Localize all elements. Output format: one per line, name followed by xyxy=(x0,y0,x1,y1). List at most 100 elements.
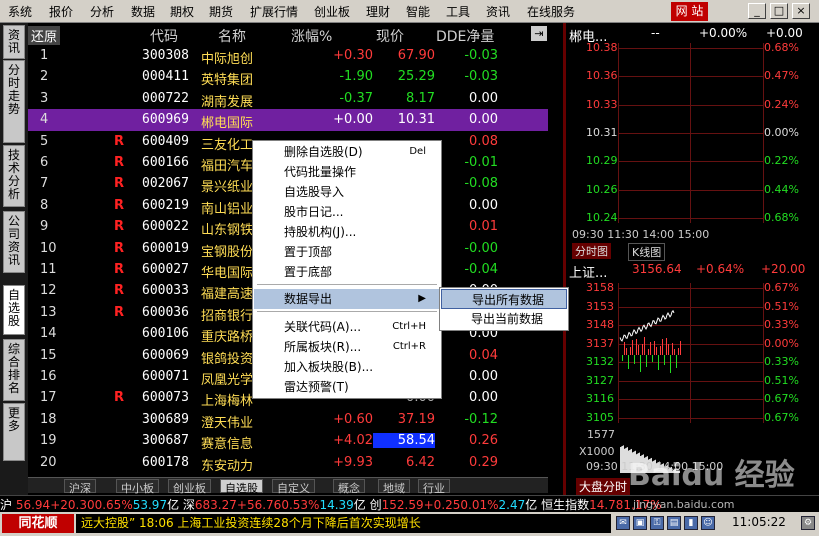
menu-5[interactable]: 期货 xyxy=(209,3,233,20)
ticker-segment: +20.300.65% xyxy=(50,498,133,512)
cell-code: 600178 xyxy=(142,454,189,470)
context-item-1[interactable]: 代码批量操作 xyxy=(254,162,440,182)
left-tab-2[interactable]: 技术分析 xyxy=(3,145,25,207)
export-current-data-item[interactable]: 导出当前数据 xyxy=(441,309,567,329)
context-item-shortcut: ▶ xyxy=(418,293,426,304)
message-icon[interactable]: ✉ xyxy=(616,516,630,530)
cell-price: 58.54 xyxy=(373,433,435,449)
context-item-8[interactable]: 关联代码(A)... Ctrl+H xyxy=(254,317,440,337)
pct-tick: 0.47% xyxy=(764,69,799,83)
sheet-tab-1[interactable]: 中小板 xyxy=(116,479,159,495)
table-row[interactable]: 20 600178 东安动力 +9.93 6.42 0.29 xyxy=(28,452,548,474)
sheet-tab-4[interactable]: 自定义 xyxy=(272,479,315,495)
header-code[interactable]: 代码 xyxy=(150,26,178,46)
table-row[interactable]: 18 300689 澄天伟业 +0.60 37.19 -0.12 xyxy=(28,409,548,431)
cell-idx: 18 xyxy=(40,411,57,427)
cell-code: 600033 xyxy=(142,283,189,299)
menu-9[interactable]: 智能 xyxy=(406,3,430,20)
flow-bar xyxy=(652,355,653,362)
tab-market-timeshare[interactable]: 大盘分时 xyxy=(576,478,631,495)
brand-logo[interactable]: 同花顺 xyxy=(2,514,74,533)
left-tab-6[interactable]: 更多 xyxy=(3,403,25,461)
left-tab-5[interactable]: 综合排名 xyxy=(3,339,25,401)
cell-code: 300687 xyxy=(142,433,189,449)
cell-chg: +0.60 xyxy=(333,411,373,427)
restore-button[interactable]: 还原 xyxy=(28,26,61,45)
status-bar: 同花顺 远大控股” 18:06 上海工业投资连续28个月下降后首次实现增长 18… xyxy=(0,512,819,536)
context-item-9[interactable]: 所属板块(R)... Ctrl+R xyxy=(254,337,440,357)
menu-6[interactable]: 扩展行情 xyxy=(250,3,298,20)
sheet-tab-5[interactable]: 概念 xyxy=(333,479,365,495)
mini-bot-chart[interactable]: 3158 0.67% 3153 0.51% 3148 0.33% 3137 0.00% 3132… xyxy=(566,281,819,473)
context-item-2[interactable]: 自选股导入 xyxy=(254,182,440,202)
cell-dde: 0.00 xyxy=(469,112,498,128)
menu-11[interactable]: 资讯 xyxy=(486,3,510,20)
left-tab-1[interactable]: 分时走势 xyxy=(3,60,25,143)
table-row[interactable]: 19 300687 赛意信息 +4.02 58.54 0.26 xyxy=(28,430,548,452)
left-tab-3[interactable]: 公司资讯 xyxy=(3,211,25,273)
collapse-icon[interactable]: ⇥ xyxy=(531,26,547,41)
menu-7[interactable]: 创业板 xyxy=(314,3,350,20)
pct-tick: 0.22% xyxy=(764,154,799,168)
cell-idx: 20 xyxy=(40,454,57,470)
header-price[interactable]: 现价 xyxy=(376,26,404,46)
tab-kline[interactable]: K线图 xyxy=(628,243,666,261)
signal-icon[interactable]: ▮ xyxy=(684,516,698,530)
context-item-5[interactable]: 置于顶部 xyxy=(254,242,440,262)
context-item-7[interactable]: 数据导出 ▶ xyxy=(254,289,440,309)
context-item-3[interactable]: 股市日记... xyxy=(254,202,440,222)
sheet-tab-3[interactable]: 自选股 xyxy=(220,479,263,495)
menu-0[interactable]: 系统 xyxy=(8,3,32,20)
table-row[interactable]: 2 000411 英特集团 -1.90 25.29 -0.03 xyxy=(28,66,548,88)
header-name[interactable]: 名称 xyxy=(218,26,246,46)
cell-dde: -0.00 xyxy=(464,240,498,256)
website-button[interactable]: 网 站 xyxy=(671,2,708,21)
menu-10[interactable]: 工具 xyxy=(446,3,470,20)
table-row[interactable]: 4 600969 郴电国际 +0.00 10.31 0.00 xyxy=(28,109,548,131)
flow-bar xyxy=(650,342,651,355)
context-item-11[interactable]: 雷达预警(T) xyxy=(254,377,440,397)
header-dde[interactable]: DDE净量 xyxy=(436,26,494,46)
context-item-10[interactable]: 加入板块股(B)... xyxy=(254,357,440,377)
table-row[interactable]: 3 000722 湖南发展 -0.37 8.17 0.00 xyxy=(28,88,548,110)
export-submenu: 导出所有数据 导出当前数据 xyxy=(439,287,569,331)
sheet-tab-7[interactable]: 行业 xyxy=(418,479,450,495)
tab-timeshare[interactable]: 分时图 xyxy=(572,243,611,259)
mini-top-chart[interactable]: 10.38 0.68% 10.36 0.47% 10.33 0.24% 10.31 0.00%… xyxy=(566,41,819,224)
maximize-button[interactable]: □ xyxy=(770,3,788,19)
ticker-segment: 683.27 xyxy=(194,498,237,512)
user-icon[interactable]: ☺ xyxy=(701,516,715,530)
sheet-tab-2[interactable]: 创业板 xyxy=(168,479,211,495)
export-all-data-item[interactable]: 导出所有数据 xyxy=(441,289,567,309)
context-item-6[interactable]: 置于底部 xyxy=(254,262,440,282)
context-item-label: 置于底部 xyxy=(284,265,333,279)
context-item-4[interactable]: 持股机构(J)... xyxy=(254,222,440,242)
menu-1[interactable]: 报价 xyxy=(49,3,73,20)
context-item-label: 删除自选股(D) xyxy=(284,145,363,159)
window-icon[interactable]: ▣ xyxy=(633,516,647,530)
menu-8[interactable]: 理财 xyxy=(366,3,390,20)
close-button[interactable]: × xyxy=(792,3,810,19)
pct-tick: 0.24% xyxy=(764,97,799,111)
context-item-label: 股市日记... xyxy=(284,205,344,219)
flow-bar xyxy=(624,342,625,355)
table-row[interactable]: 1 300308 中际旭创 +0.30 67.90 -0.03 xyxy=(28,45,548,67)
mini-chart-panel: 郴电... -- +0.00% +0.00 10.38 0.68% 10.36 0.4… xyxy=(566,23,819,495)
menu-4[interactable]: 期权 xyxy=(170,3,194,20)
news-ticker[interactable]: 远大控股” 18:06 上海工业投资连续28个月下降后首次实现增长 xyxy=(76,514,611,533)
header-chg[interactable]: 涨幅% xyxy=(291,26,332,46)
cell-code: 000722 xyxy=(142,90,189,106)
minimize-button[interactable]: _ xyxy=(748,3,766,19)
flow-bar xyxy=(628,355,629,369)
left-tab-4[interactable]: 自选股 xyxy=(3,285,25,335)
settings-icon[interactable]: ⚙ xyxy=(801,516,815,530)
menu-3[interactable]: 数据 xyxy=(131,3,155,20)
menu-2[interactable]: 分析 xyxy=(90,3,114,20)
chart-icon[interactable]: ▤ xyxy=(667,516,681,530)
context-item-0[interactable]: 删除自选股(D) Del xyxy=(254,142,440,162)
lock-icon[interactable]: ⚿ xyxy=(650,516,664,530)
sheet-tab-6[interactable]: 地域 xyxy=(378,479,410,495)
menu-12[interactable]: 在线服务 xyxy=(527,3,575,20)
sheet-tab-0[interactable]: 沪深 xyxy=(64,479,96,495)
left-tab-0[interactable]: 资讯 xyxy=(3,25,25,59)
